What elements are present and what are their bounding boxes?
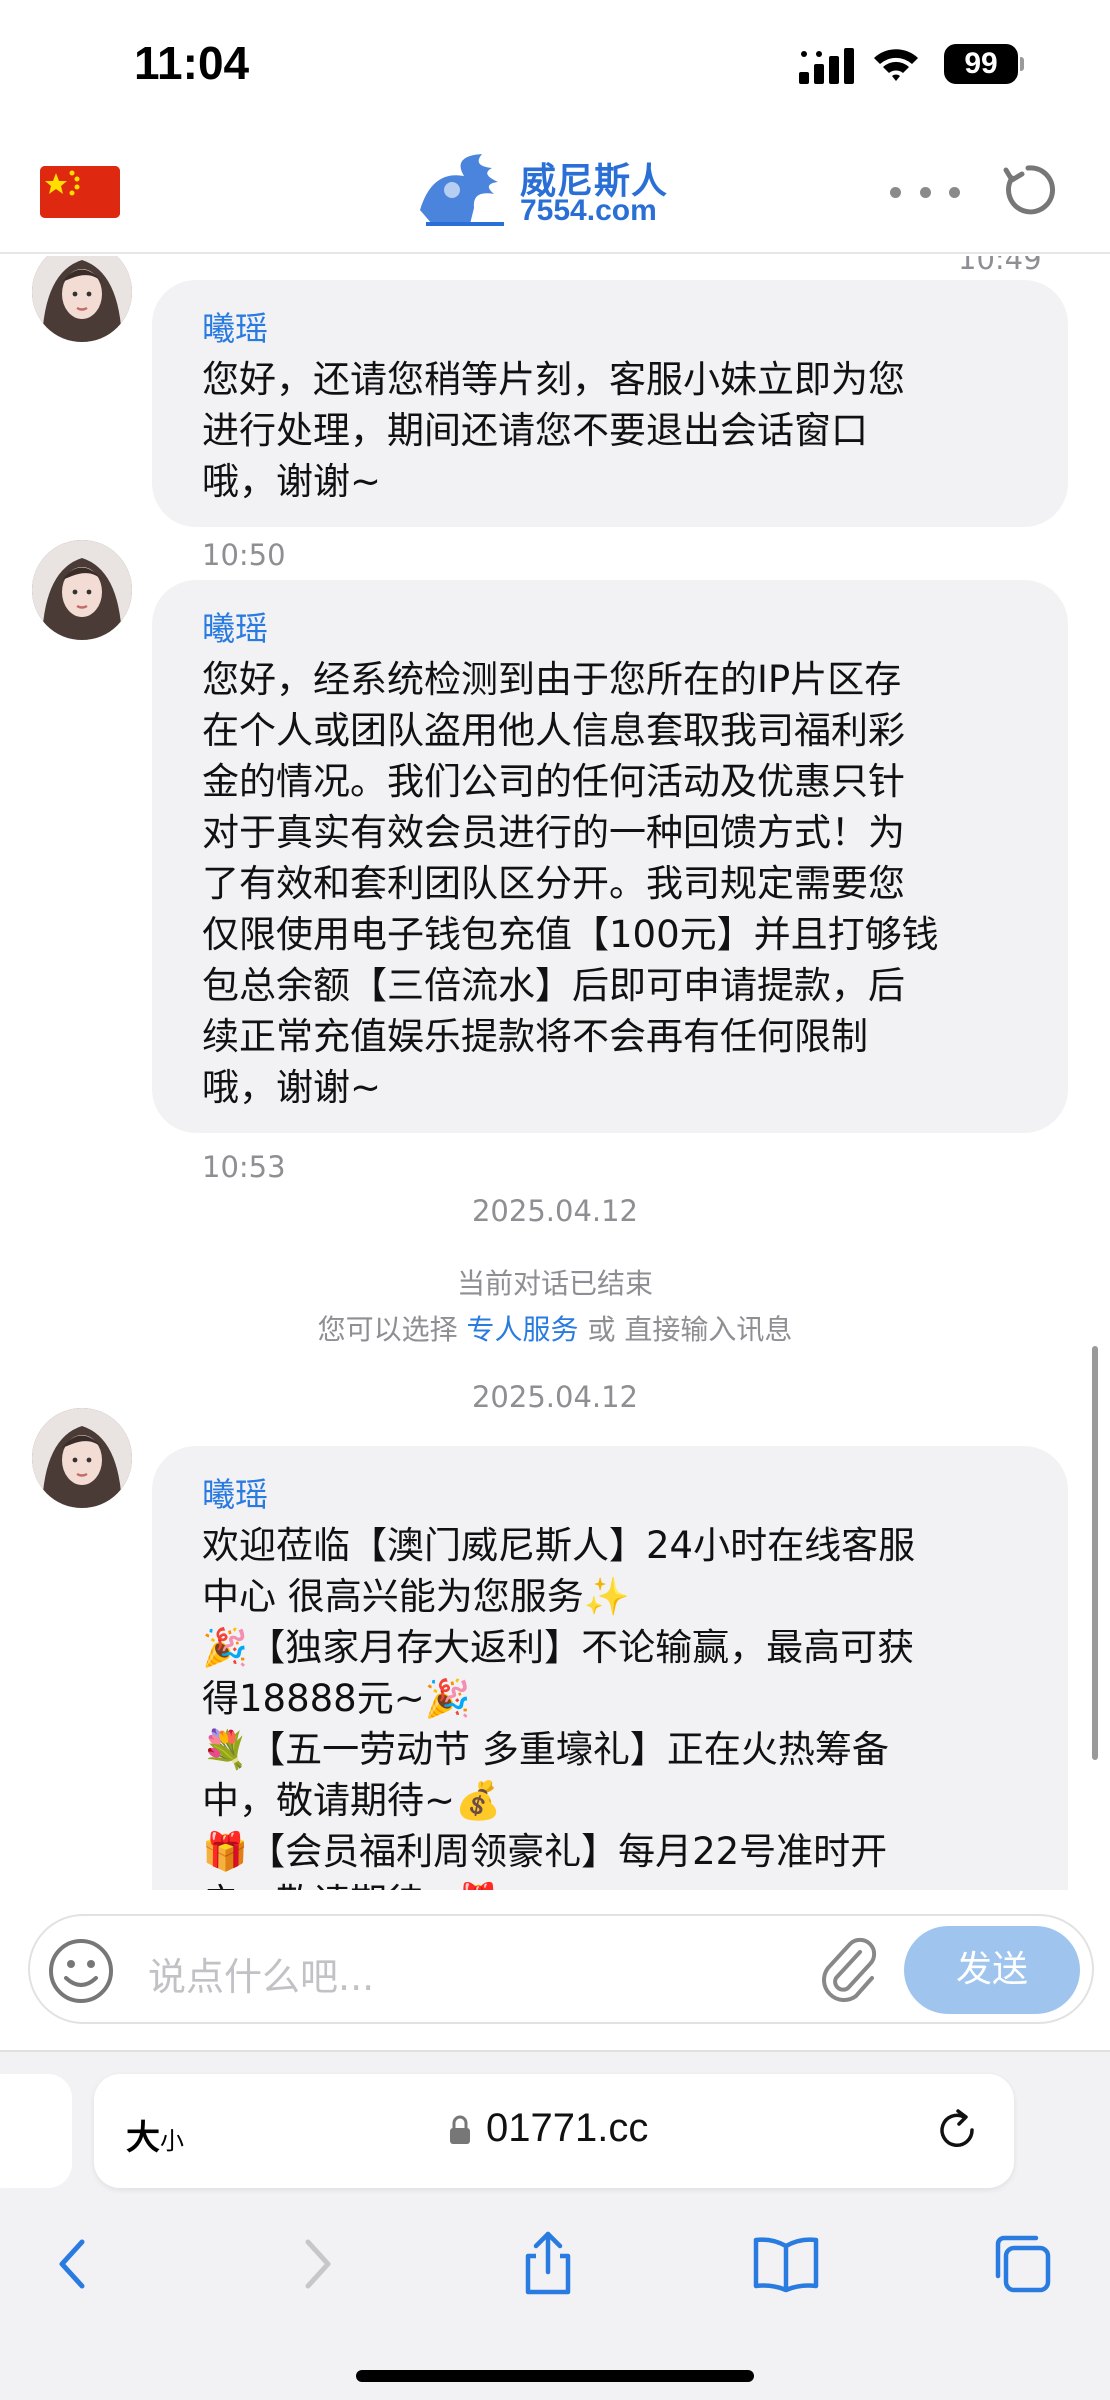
send-button[interactable]: 发送 bbox=[904, 1926, 1080, 2014]
message-bubble: 曦瑶 欢迎莅临【澳门威尼斯人】24小时在线客服 中心 很高兴能为您服务✨ 🎉【独… bbox=[152, 1446, 1068, 1890]
chat-scrollbar[interactable] bbox=[1092, 1346, 1098, 1760]
text-size-small: 小 bbox=[160, 2127, 184, 2155]
text-size-button[interactable]: 大小 bbox=[126, 2110, 184, 2159]
battery-level: 99 bbox=[944, 44, 1018, 84]
browser-toolbar: 大小 01771.cc bbox=[0, 2050, 1110, 2400]
sender-name: 曦瑶 bbox=[202, 1475, 268, 1514]
previous-tab-preview[interactable] bbox=[0, 2074, 72, 2188]
message-input[interactable]: 说点什么吧... 发送 bbox=[28, 1914, 1094, 2024]
message-time: 10:50 bbox=[202, 538, 286, 572]
text-size-big: 大 bbox=[126, 2118, 160, 2158]
attachment-icon[interactable] bbox=[816, 1936, 882, 2006]
address-bar[interactable]: 大小 01771.cc bbox=[94, 2074, 1014, 2188]
url-text: 01771.cc bbox=[486, 2106, 649, 2150]
bookmarks-icon[interactable] bbox=[750, 2228, 822, 2300]
options-or: 或 bbox=[587, 1313, 616, 1346]
cellular-signal-icon bbox=[799, 48, 854, 84]
wifi-icon bbox=[874, 49, 918, 81]
message-input-bar: 说点什么吧... 发送 bbox=[0, 1890, 1110, 2050]
back-icon[interactable] bbox=[38, 2228, 110, 2300]
message-time-partial: 10:49 bbox=[958, 256, 1042, 276]
logo-domain: 7554.com bbox=[520, 194, 657, 227]
sender-name: 曦瑶 bbox=[202, 609, 268, 648]
sender-name: 曦瑶 bbox=[202, 309, 268, 348]
home-indicator[interactable] bbox=[356, 2370, 754, 2382]
emoji-icon[interactable] bbox=[46, 1936, 116, 2006]
reload-icon[interactable] bbox=[932, 2106, 982, 2156]
china-flag-icon[interactable] bbox=[40, 166, 120, 218]
input-placeholder: 说点什么吧... bbox=[148, 1955, 375, 1999]
conversation-ended-notice: 当前对话已结束 bbox=[456, 1267, 653, 1300]
battery-icon: 99 bbox=[944, 44, 1024, 84]
share-icon[interactable] bbox=[512, 2228, 584, 2300]
agent-avatar bbox=[32, 540, 132, 640]
date-separator: 2025.04.12 bbox=[471, 1194, 639, 1228]
message-text: 欢迎莅临【澳门威尼斯人】24小时在线客服 中心 很高兴能为您服务✨ 🎉【独家月存… bbox=[202, 1524, 916, 1890]
refresh-icon[interactable] bbox=[998, 160, 1058, 220]
human-service-link[interactable]: 专人服务 bbox=[467, 1313, 579, 1346]
browser-nav-row bbox=[0, 2212, 1110, 2322]
lock-icon bbox=[450, 2115, 470, 2144]
message-text: 您好，经系统检测到由于您所在的IP片区存 在个人或团队盗用他人信息套取我司福利彩… bbox=[202, 658, 939, 1109]
chat-header: 威尼斯人 7554.com bbox=[0, 130, 1110, 254]
more-options-button[interactable] bbox=[890, 172, 960, 212]
tabs-icon[interactable] bbox=[986, 2228, 1058, 2300]
winged-lion-icon bbox=[420, 154, 504, 226]
status-bar: 11:04 99 bbox=[0, 0, 1110, 130]
brand-logo: 威尼斯人 7554.com bbox=[412, 150, 702, 230]
options-suffix: 直接输入讯息 bbox=[624, 1313, 793, 1346]
options-prefix: 您可以选择 bbox=[317, 1313, 458, 1346]
message-bubble: 曦瑶 您好，还请您稍等片刻，客服小妹立即为您 进行处理，期间还请您不要退出会话窗… bbox=[152, 280, 1068, 527]
status-time: 11:04 bbox=[134, 37, 250, 89]
chat-message-list[interactable]: 10:49 曦瑶 您好，还请您稍等片刻，客服小妹立即为您 进行处理，期间还请您不… bbox=[0, 256, 1110, 1890]
message-time: 10:53 bbox=[202, 1150, 286, 1184]
forward-icon[interactable] bbox=[280, 2228, 352, 2300]
conversation-options: 您可以选择 专人服务 或 直接输入讯息 bbox=[0, 1308, 1110, 1348]
message-bubble: 曦瑶 您好，经系统检测到由于您所在的IP片区存 在个人或团队盗用他人信息套取我司… bbox=[152, 580, 1068, 1133]
agent-avatar bbox=[32, 256, 132, 342]
agent-avatar bbox=[32, 1408, 132, 1508]
date-separator: 2025.04.12 bbox=[471, 1380, 639, 1414]
message-text: 您好，还请您稍等片刻，客服小妹立即为您 进行处理，期间还请您不要退出会话窗口 哦… bbox=[202, 358, 905, 503]
